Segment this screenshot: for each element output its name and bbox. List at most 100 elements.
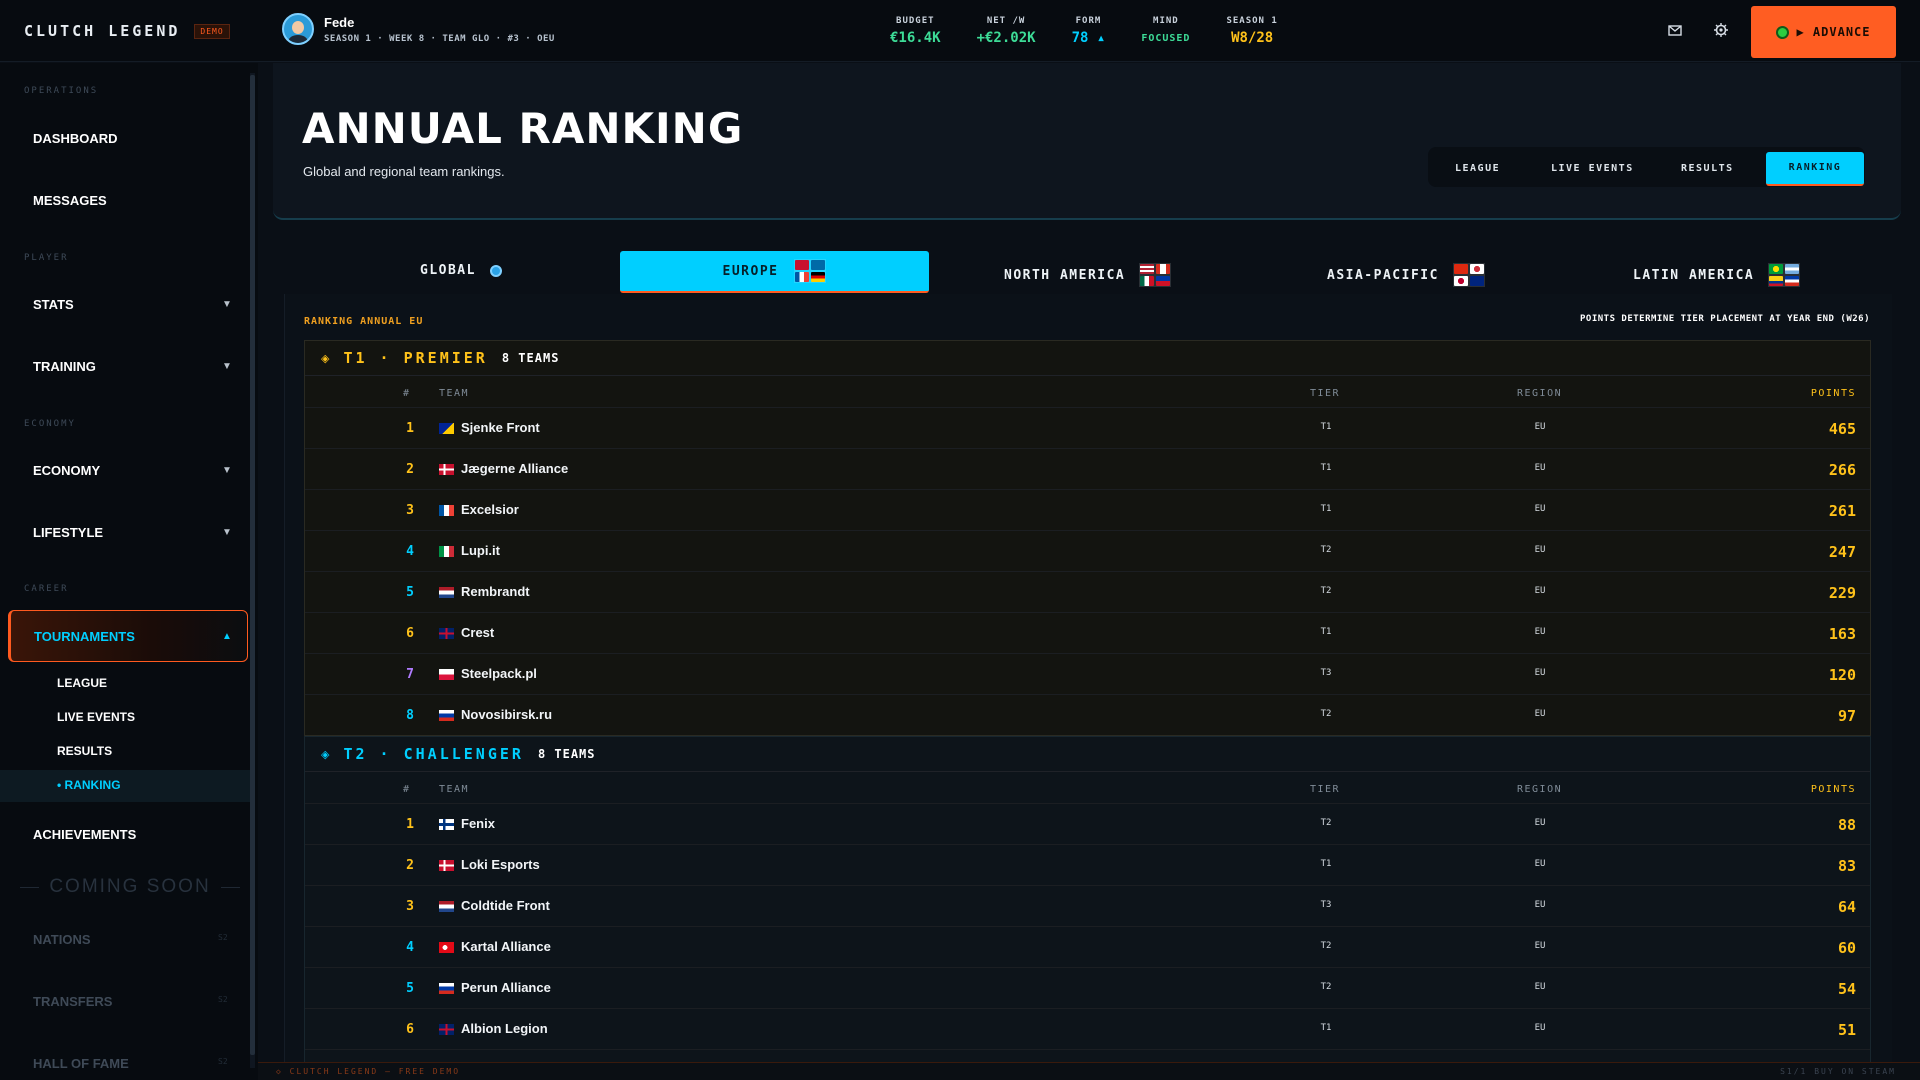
asia-pacific-flags-icon bbox=[1452, 263, 1485, 287]
stat-label: BUDGET bbox=[896, 16, 935, 26]
region-tab-latin-america[interactable]: LATIN AMERICA bbox=[1633, 263, 1801, 287]
gear-icon[interactable] bbox=[1712, 22, 1730, 40]
team-name-cell[interactable]: Crest bbox=[461, 625, 494, 640]
team-name-cell[interactable]: Sjenke Front bbox=[461, 420, 540, 435]
team-name-cell[interactable]: Excelsior bbox=[461, 502, 519, 517]
stat-net-per-week: NET /W +€2.02K bbox=[977, 16, 1036, 46]
rank-cell: 3 bbox=[406, 899, 414, 914]
globe-icon bbox=[489, 264, 502, 277]
region-tab-europe[interactable]: EUROPE bbox=[620, 251, 929, 293]
netherlands-flag bbox=[439, 587, 454, 598]
table-row[interactable]: 3 Excelsior T1 EU 261 bbox=[305, 489, 1870, 530]
finland-flag bbox=[439, 819, 454, 830]
section-label-operations: OPERATIONS bbox=[24, 86, 99, 96]
region-cell: EU bbox=[1534, 545, 1546, 555]
sidebar-item-economy[interactable]: ECONOMY bbox=[33, 463, 100, 478]
chevron-down-icon[interactable]: ▼ bbox=[222, 361, 232, 372]
table-row[interactable]: 6 Crest T1 EU 163 bbox=[305, 612, 1870, 653]
sidebar-item-lifestyle[interactable]: LIFESTYLE bbox=[33, 525, 103, 540]
points-cell: 163 bbox=[1828, 625, 1856, 643]
sidebar-item-dashboard[interactable]: DASHBOARD bbox=[33, 131, 118, 146]
region-tab-label: NORTH AMERICA bbox=[1004, 267, 1126, 283]
tier-cell: T2 bbox=[1320, 941, 1332, 951]
sidebar-item-tournaments[interactable]: TOURNAMENTS bbox=[34, 629, 135, 644]
stats-bar: BUDGET €16.4K NET /W +€2.02K FORM 78 ▴ M… bbox=[890, 16, 1314, 46]
sidebar-subitem-league[interactable]: LEAGUE bbox=[57, 676, 107, 690]
sidebar-subitem-live-events[interactable]: LIVE EVENTS bbox=[57, 710, 135, 724]
team-name-cell[interactable]: Kartal Alliance bbox=[461, 939, 551, 954]
tier-count: 8 TEAMS bbox=[501, 351, 560, 365]
rank-cell: 5 bbox=[406, 981, 414, 996]
avatar[interactable] bbox=[282, 13, 314, 45]
sidebar-item-messages[interactable]: MESSAGES bbox=[33, 193, 107, 208]
team-name-cell[interactable]: Steelpack.pl bbox=[461, 666, 537, 681]
user-profile[interactable]: Fede SEASON 1 · WEEK 8 · TEAM GLO · #3 ·… bbox=[282, 13, 555, 45]
table-row[interactable]: 2 Jægerne Alliance T1 EU 266 bbox=[305, 448, 1870, 489]
points-cell: 54 bbox=[1837, 980, 1856, 998]
team-name-cell[interactable]: Coldtide Front bbox=[461, 898, 550, 913]
table-row[interactable]: 4 Lupi.it T2 EU 247 bbox=[305, 530, 1870, 571]
team-name-cell[interactable]: Lupi.it bbox=[461, 543, 500, 558]
rank-cell: 1 bbox=[406, 817, 414, 832]
sidebar-subitem-results[interactable]: RESULTS bbox=[57, 744, 112, 758]
coming-soon-divider: COMING SOON bbox=[20, 876, 240, 898]
rank-cell: 3 bbox=[406, 503, 414, 518]
stat-label: MIND bbox=[1153, 16, 1179, 26]
team-name-cell[interactable]: Loki Esports bbox=[461, 857, 540, 872]
rank-cell: 5 bbox=[406, 585, 414, 600]
sidebar-item-stats[interactable]: STATS bbox=[33, 297, 74, 312]
table-row[interactable]: 3 Coldtide Front T3 EU 64 bbox=[305, 885, 1870, 926]
region-tab-north-america[interactable]: NORTH AMERICA bbox=[1004, 263, 1172, 287]
sidebar-subitem-ranking[interactable]: • RANKING bbox=[57, 778, 121, 792]
team-name-cell[interactable]: Jægerne Alliance bbox=[461, 461, 568, 476]
region-tab-global[interactable]: GLOBAL bbox=[420, 263, 502, 278]
region-tab-asia-pacific[interactable]: ASIA-PACIFIC bbox=[1327, 263, 1485, 287]
team-name-cell[interactable]: Albion Legion bbox=[461, 1021, 548, 1036]
col-region: REGION bbox=[1517, 388, 1563, 399]
points-cell: 51 bbox=[1837, 1021, 1856, 1039]
sidebar-item-achievements[interactable]: ACHIEVEMENTS bbox=[33, 827, 136, 842]
chevron-down-icon[interactable]: ▼ bbox=[222, 299, 232, 310]
chevron-down-icon[interactable]: ▼ bbox=[222, 527, 232, 538]
denmark-flag bbox=[439, 464, 454, 475]
table-row[interactable]: 2 Loki Esports T1 EU 83 bbox=[305, 844, 1870, 885]
sidebar-item-training[interactable]: TRAINING bbox=[33, 359, 96, 374]
footer-right[interactable]: S1/1 BUY ON STEAM bbox=[1780, 1067, 1896, 1076]
stat-value: +€2.02K bbox=[976, 30, 1036, 46]
stat-mind: MIND FOCUSED bbox=[1141, 16, 1190, 46]
table-row[interactable]: 8 Novosibirsk.ru T2 EU 97 bbox=[305, 694, 1870, 735]
table-row[interactable]: 1 Sjenke Front T1 EU 465 bbox=[305, 407, 1870, 448]
team-name-cell[interactable]: Rembrandt bbox=[461, 584, 530, 599]
rank-cell: 6 bbox=[406, 626, 414, 641]
table-row[interactable]: 5 Rembrandt T2 EU 229 bbox=[305, 571, 1870, 612]
team-name-cell[interactable]: Perun Alliance bbox=[461, 980, 551, 995]
table-row[interactable]: 7 Steelpack.pl T3 EU 120 bbox=[305, 653, 1870, 694]
region-cell: EU bbox=[1534, 1023, 1546, 1033]
tab-league[interactable]: LEAGUE bbox=[1455, 163, 1500, 174]
mail-icon[interactable] bbox=[1666, 22, 1684, 40]
table-row[interactable]: 1 Fenix T2 EU 88 bbox=[305, 803, 1870, 844]
tab-results[interactable]: RESULTS bbox=[1681, 163, 1734, 174]
tab-live-events[interactable]: LIVE EVENTS bbox=[1551, 163, 1634, 174]
tab-ranking[interactable]: RANKING bbox=[1766, 152, 1864, 186]
chevron-down-icon[interactable]: ▼ bbox=[222, 465, 232, 476]
tier-cell: T1 bbox=[1320, 422, 1332, 432]
table-row[interactable]: 5 Perun Alliance T2 EU 54 bbox=[305, 967, 1870, 1008]
region-tab-label: GLOBAL bbox=[420, 263, 476, 278]
chevron-up-icon[interactable]: ▲ bbox=[222, 631, 232, 642]
sidebar-scrollbar-thumb[interactable] bbox=[250, 75, 255, 1055]
team-name-cell[interactable]: Fenix bbox=[461, 816, 495, 831]
table-row[interactable]: 6 Albion Legion T1 EU 51 bbox=[305, 1008, 1870, 1049]
col-rank: # bbox=[403, 388, 411, 399]
russia-flag bbox=[439, 710, 454, 721]
team-name-cell[interactable]: Novosibirsk.ru bbox=[461, 707, 552, 722]
region-tab-label: ASIA-PACIFIC bbox=[1327, 267, 1439, 283]
tier-title: T2 · CHALLENGER bbox=[343, 745, 524, 763]
advance-button[interactable]: ▶ ADVANCE bbox=[1751, 6, 1896, 58]
table-row[interactable]: 4 Kartal Alliance T2 EU 60 bbox=[305, 926, 1870, 967]
footer-bar: ◇ CLUTCH LEGEND — FREE DEMO S1/1 BUY ON … bbox=[258, 1062, 1920, 1080]
rank-cell: 4 bbox=[406, 544, 414, 559]
points-cell: 247 bbox=[1828, 543, 1856, 561]
region-cell: EU bbox=[1534, 422, 1546, 432]
tier-cell: T2 bbox=[1320, 818, 1332, 828]
